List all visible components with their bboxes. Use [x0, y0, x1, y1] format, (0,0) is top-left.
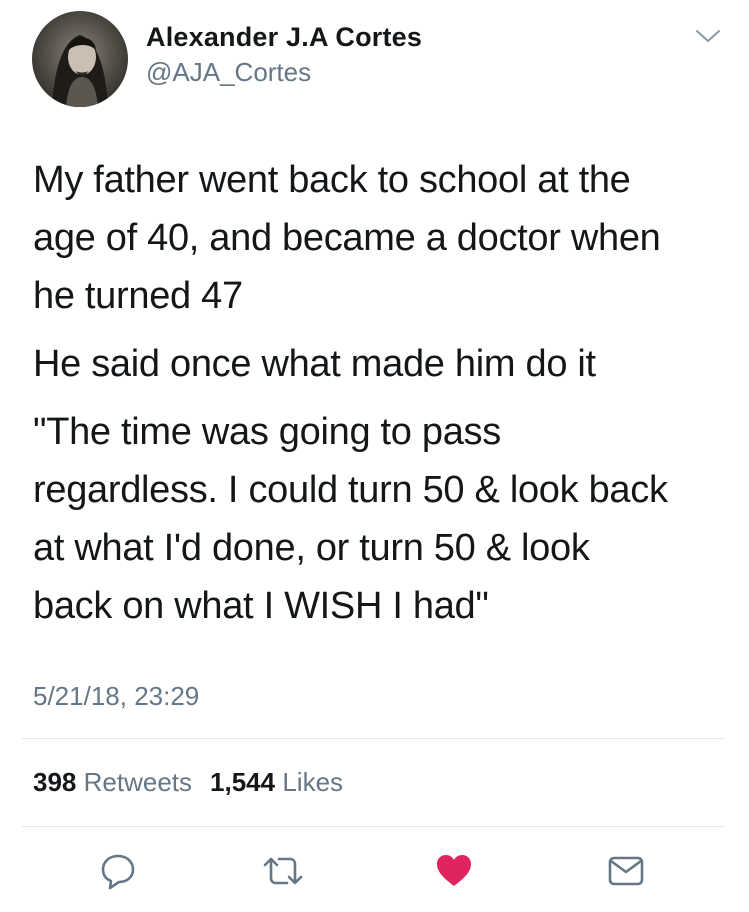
mail-icon: [608, 856, 644, 886]
likes-label: Likes: [282, 767, 344, 797]
retweet-button[interactable]: [261, 851, 303, 891]
heart-icon: [437, 855, 471, 886]
avatar[interactable]: [32, 11, 128, 107]
retweets-label: Retweets: [83, 767, 193, 797]
reply-button[interactable]: [98, 851, 138, 891]
likes-count: 1,544: [210, 767, 276, 797]
divider: [22, 738, 725, 739]
likes-stat[interactable]: 1,544 Likes: [210, 767, 343, 797]
chevron-down-icon[interactable]: [695, 28, 721, 44]
tweet-stats: 398 Retweets 1,544 Likes: [33, 767, 343, 798]
retweets-stat[interactable]: 398 Retweets: [33, 767, 192, 797]
user-handle[interactable]: @AJA_Cortes: [146, 57, 311, 88]
tweet-text: My father went back to school at the age…: [33, 151, 723, 645]
divider: [22, 826, 725, 827]
tweet-timestamp[interactable]: 5/21/18, 23:29: [33, 681, 199, 712]
display-name[interactable]: Alexander J.A Cortes: [146, 22, 422, 53]
tweet-paragraph: He said once what made him do it: [33, 343, 596, 385]
retweets-count: 398: [33, 767, 77, 797]
tweet-paragraph: "The time was going to pass regardless. …: [33, 411, 668, 627]
tweet-paragraph: My father went back to school at the age…: [33, 159, 661, 317]
avatar-image: [32, 11, 128, 107]
retweet-icon: [263, 857, 303, 885]
reply-icon: [101, 854, 135, 890]
like-button[interactable]: [434, 851, 474, 891]
share-button[interactable]: [606, 851, 646, 891]
